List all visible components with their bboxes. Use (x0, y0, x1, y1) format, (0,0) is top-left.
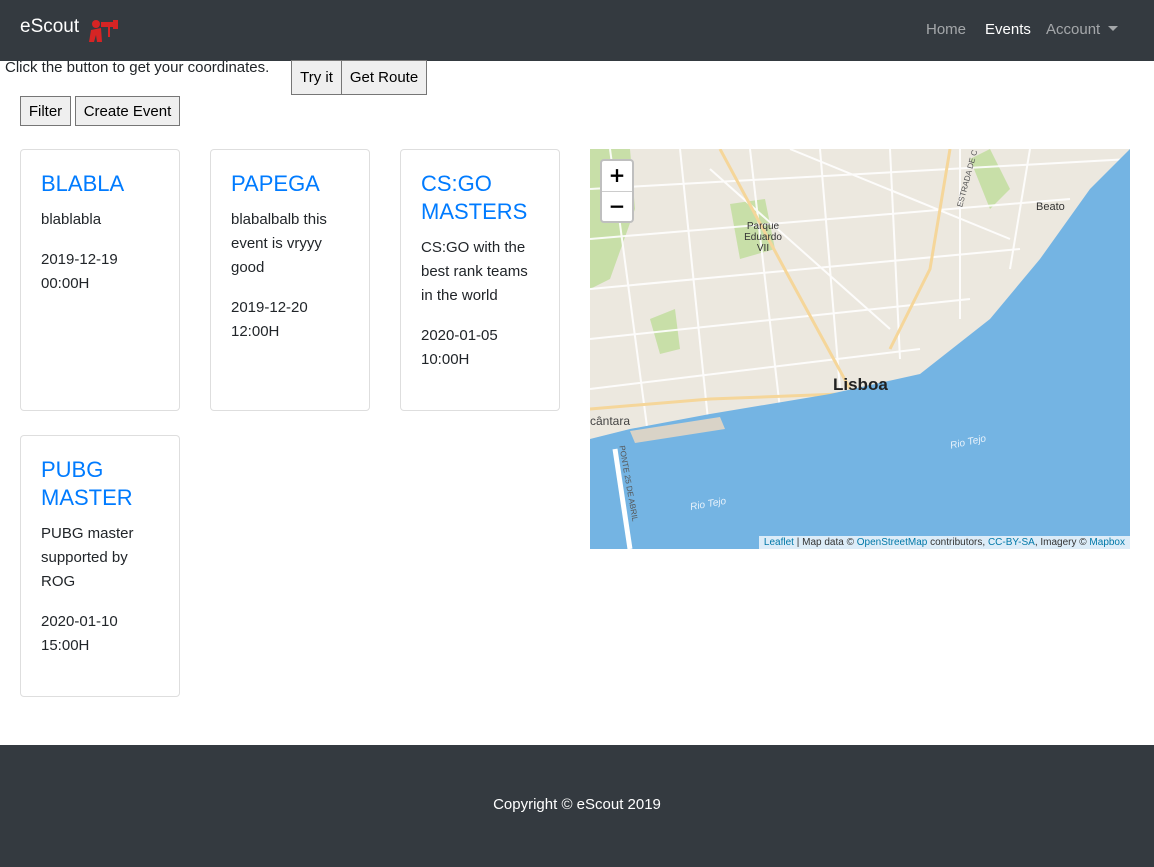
nav-events[interactable]: Events (985, 21, 1031, 38)
osm-link[interactable]: OpenStreetMap (857, 537, 928, 548)
attribution-text: | Map data © (793, 537, 857, 548)
license-link[interactable]: CC-BY-SA (988, 537, 1035, 548)
mapbox-link[interactable]: Mapbox (1089, 537, 1125, 548)
event-card[interactable]: PUBG MASTER PUBG master supported by ROG… (20, 435, 180, 697)
geolocation-prompt: Click the button to get your coordinates… (5, 59, 270, 76)
map-attribution: Leaflet | Map data © OpenStreetMap contr… (758, 536, 1130, 549)
map-label-beato: Beato (1036, 201, 1065, 213)
event-title[interactable]: CS:GO MASTERS (421, 170, 539, 226)
map-label-city: Lisboa (833, 375, 888, 394)
attribution-text: contributors, (927, 537, 988, 548)
event-card[interactable]: PAPEGA blabalbalb this event is vryyy go… (210, 149, 370, 411)
binoculars-person-icon (89, 20, 118, 42)
zoom-control: + − (600, 159, 634, 223)
map-label-park: Parque Eduardo VII (744, 221, 782, 254)
create-event-button[interactable]: Create Event (75, 96, 180, 126)
event-description: blablabla (41, 211, 102, 228)
nav-home[interactable]: Home (926, 21, 966, 38)
event-datetime: 2019-12-19 00:00H (41, 251, 118, 292)
map[interactable]: Parque Eduardo VII Beato Lisboa cântara … (590, 149, 1130, 549)
event-card[interactable]: CS:GO MASTERS CS:GO with the best rank t… (400, 149, 560, 411)
event-description: PUBG master supported by ROG (41, 525, 134, 590)
footer: Copyright © eScout 2019 (0, 745, 1154, 867)
event-datetime: 2020-01-05 10:00H (421, 327, 498, 368)
event-description: CS:GO with the best rank teams in the wo… (421, 239, 528, 304)
get-route-button[interactable]: Get Route (341, 60, 427, 95)
event-description: blabalbalb this event is vryyy good (231, 211, 327, 276)
map-label-alcantara: cântara (590, 414, 631, 428)
navbar: eScout Home Events Account (0, 0, 1154, 61)
event-datetime: 2019-12-20 12:00H (231, 299, 308, 340)
attribution-text: , Imagery © (1034, 537, 1090, 548)
leaflet-link[interactable]: Leaflet (764, 537, 794, 548)
nav-account-label: Account (1046, 21, 1101, 38)
filter-button[interactable]: Filter (20, 96, 71, 126)
zoom-out-button[interactable]: − (602, 191, 632, 221)
copyright-text: Copyright © eScout 2019 (493, 796, 661, 813)
zoom-in-button[interactable]: + (602, 161, 632, 191)
nav-account-dropdown[interactable]: Account (1046, 21, 1119, 38)
event-title[interactable]: PAPEGA (231, 170, 349, 198)
event-datetime: 2020-01-10 15:00H (41, 613, 118, 654)
event-title[interactable]: PUBG MASTER (41, 456, 159, 512)
try-it-button[interactable]: Try it (291, 60, 342, 95)
event-card[interactable]: BLABLA blablabla 2019-12-19 00:00H (20, 149, 180, 411)
chevron-down-icon (1108, 26, 1119, 31)
event-title[interactable]: BLABLA (41, 170, 159, 198)
brand-link[interactable]: eScout (20, 16, 79, 38)
